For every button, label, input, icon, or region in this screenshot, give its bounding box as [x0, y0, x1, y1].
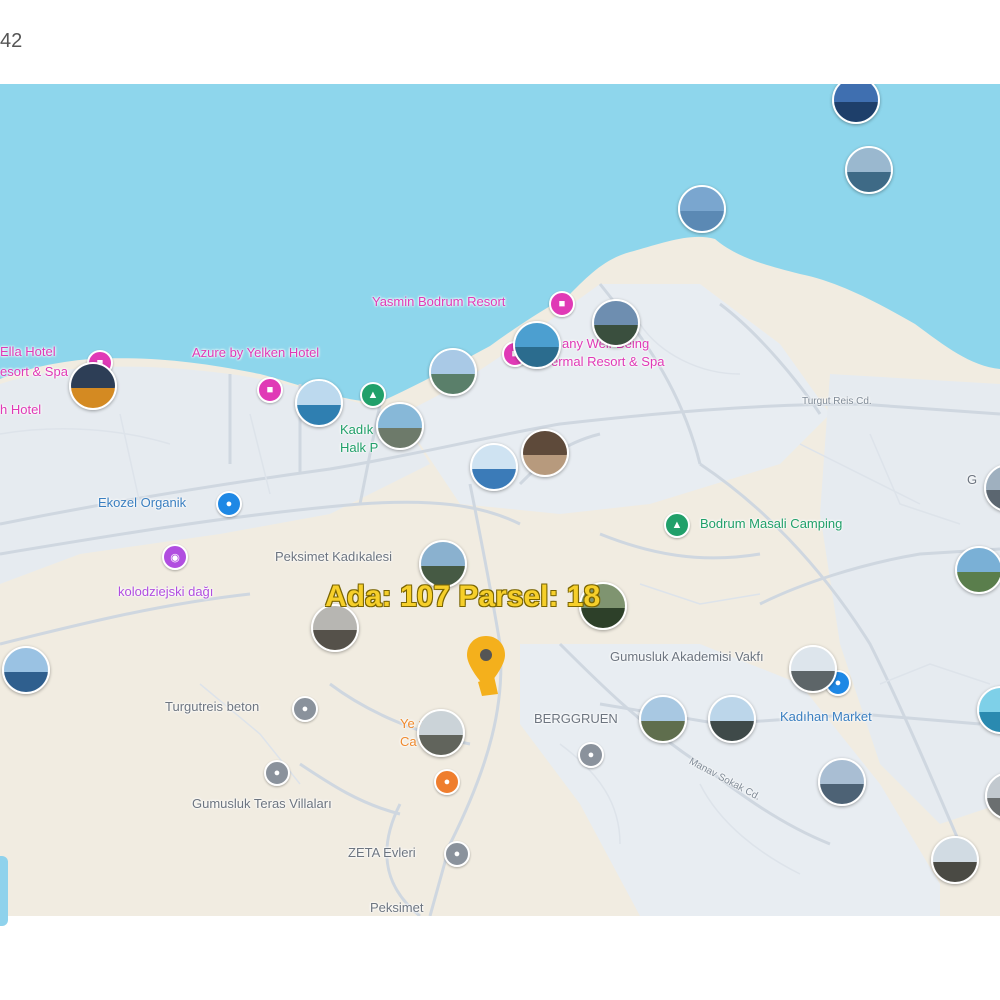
place-label-g: G — [967, 472, 978, 487]
camping-icon[interactable]: ▲ — [664, 512, 690, 538]
place-label-zeta[interactable]: ZETA Evleri — [348, 845, 416, 860]
hotel-icon[interactable]: ■ — [257, 377, 283, 403]
photo-thumbnail[interactable] — [789, 645, 837, 693]
photo-thumbnail[interactable] — [592, 299, 640, 347]
photo-thumbnail[interactable] — [818, 758, 866, 806]
place-label-yasmin[interactable]: Yasmin Bodrum Resort — [372, 294, 505, 309]
place-label-kadihan[interactable]: Kadıhan Market — [780, 709, 872, 724]
poi-icon[interactable]: ● — [264, 760, 290, 786]
place-label-turgutreis-beton[interactable]: Turgutreis beton — [165, 699, 259, 714]
location-marker-icon[interactable] — [464, 634, 508, 695]
poi-icon[interactable]: ● — [444, 841, 470, 867]
photo-thumbnail[interactable] — [417, 709, 465, 757]
photo-thumbnail[interactable] — [639, 695, 687, 743]
place-label-ella-3[interactable]: h Hotel — [0, 402, 41, 417]
road-label-turgut: Turgut Reis Cd. — [802, 396, 872, 407]
sea — [0, 84, 1000, 402]
photo-thumbnail[interactable] — [832, 84, 880, 124]
place-label-peksimet-kale[interactable]: Peksimet Kadıkalesi — [275, 549, 392, 564]
place-label-gumusluk-ak[interactable]: Gumusluk Akademisi Vakfı — [610, 649, 764, 664]
photo-thumbnail[interactable] — [678, 185, 726, 233]
place-label-thermal-2[interactable]: ermal Resort & Spa — [551, 354, 664, 369]
photo-thumbnail[interactable] — [2, 646, 50, 694]
photo-thumbnail[interactable] — [931, 836, 979, 884]
map-footer — [0, 856, 1000, 1000]
shopping-bag-icon[interactable]: ● — [216, 491, 242, 517]
place-label-masali[interactable]: Bodrum Masali Camping — [700, 516, 842, 531]
photo-thumbnail[interactable] — [708, 695, 756, 743]
photo-thumbnail[interactable] — [429, 348, 477, 396]
place-label-ella[interactable]: Ella Hotel — [0, 344, 56, 359]
place-label-teras[interactable]: Gumusluk Teras Villaları — [192, 796, 332, 811]
place-label-peksimet: Peksimet — [370, 900, 424, 915]
place-label-berggruen[interactable]: BERGGRUEN — [534, 711, 618, 726]
camera-icon[interactable]: ◉ — [162, 544, 188, 570]
photo-thumbnail[interactable] — [295, 379, 343, 427]
place-label-kadi[interactable]: Kadık — [340, 422, 373, 437]
photo-thumbnail[interactable] — [985, 772, 1000, 820]
place-label-kolodz[interactable]: kolodziejski dağı — [118, 584, 213, 599]
place-label-ella-2[interactable]: esort & Spa — [0, 364, 68, 379]
map-view[interactable]: Turgut Reis Cd. Manav Sokak Cd. Yasmin B… — [0, 84, 1000, 916]
photo-thumbnail[interactable] — [513, 321, 561, 369]
photo-thumbnail[interactable] — [977, 686, 1000, 734]
poi-icon[interactable]: ● — [292, 696, 318, 722]
restaurant-icon[interactable]: ● — [434, 769, 460, 795]
photo-thumbnail[interactable] — [955, 546, 1000, 594]
hotel-icon[interactable]: ■ — [549, 291, 575, 317]
photo-thumbnail[interactable] — [69, 362, 117, 410]
photo-thumbnail[interactable] — [521, 429, 569, 477]
photo-thumbnail[interactable] — [470, 443, 518, 491]
photo-thumbnail[interactable] — [376, 402, 424, 450]
photo-thumbnail[interactable] — [984, 464, 1000, 512]
place-label-kadi-2[interactable]: Halk P — [340, 440, 378, 455]
photo-counter: 42 — [0, 30, 23, 52]
photo-thumbnail[interactable] — [845, 146, 893, 194]
side-handle[interactable] — [0, 856, 8, 926]
location-marker-shape — [467, 636, 505, 688]
place-label-azure[interactable]: Azure by Yelken Hotel — [192, 345, 319, 360]
poi-icon[interactable]: ● — [578, 742, 604, 768]
place-label-ekozel[interactable]: Ekozel Organik — [98, 495, 186, 510]
map-header: 42 — [0, 0, 1000, 84]
parcel-label: Ada: 107 Parsel: 18 — [325, 580, 601, 613]
